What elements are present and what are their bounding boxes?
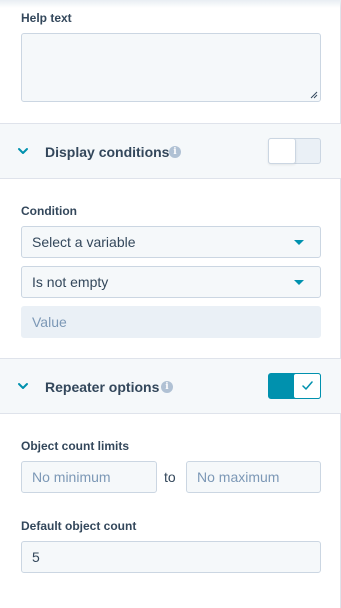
default-count-input[interactable]: 5 xyxy=(21,541,321,573)
info-icon[interactable]: i xyxy=(161,381,173,393)
chevron-down-icon[interactable] xyxy=(17,146,29,156)
check-icon xyxy=(302,381,313,390)
help-text-label: Help text xyxy=(21,11,72,25)
condition-value-input[interactable]: Value xyxy=(21,306,321,338)
repeater-options-title: Repeater options xyxy=(45,379,160,395)
scroll-shadow xyxy=(0,0,341,8)
min-count-input[interactable]: No minimum xyxy=(21,461,157,493)
operator-select[interactable]: Is not empty xyxy=(21,266,321,298)
value-placeholder: Value xyxy=(32,314,67,330)
display-conditions-title: Display conditions xyxy=(45,144,170,160)
display-conditions-toggle[interactable] xyxy=(268,138,321,164)
repeater-options-toggle[interactable] xyxy=(268,373,321,399)
chevron-down-icon[interactable] xyxy=(17,381,29,391)
repeater-options-header[interactable]: Repeater options i xyxy=(0,358,341,414)
variable-select[interactable]: Select a variable xyxy=(21,226,321,258)
max-count-input[interactable]: No maximum xyxy=(186,461,321,493)
help-text-textarea[interactable] xyxy=(21,33,321,102)
variable-select-value: Select a variable xyxy=(32,234,136,250)
object-count-limits-label: Object count limits xyxy=(21,439,130,453)
toggle-knob xyxy=(293,373,321,399)
resize-grip-icon[interactable] xyxy=(310,91,318,99)
to-label: to xyxy=(164,469,176,485)
max-count-placeholder: No maximum xyxy=(197,469,280,485)
caret-down-icon xyxy=(294,280,304,285)
toggle-knob xyxy=(268,138,296,164)
default-count-value: 5 xyxy=(32,549,40,565)
display-conditions-header[interactable]: Display conditions i xyxy=(0,123,341,179)
info-icon[interactable]: i xyxy=(169,146,181,158)
field-settings-panel: Help text Display conditions i Condition… xyxy=(0,0,341,608)
operator-select-value: Is not empty xyxy=(32,274,109,290)
min-count-placeholder: No minimum xyxy=(32,469,111,485)
caret-down-icon xyxy=(294,240,304,245)
default-object-count-label: Default object count xyxy=(21,519,137,533)
condition-label: Condition xyxy=(21,204,77,218)
